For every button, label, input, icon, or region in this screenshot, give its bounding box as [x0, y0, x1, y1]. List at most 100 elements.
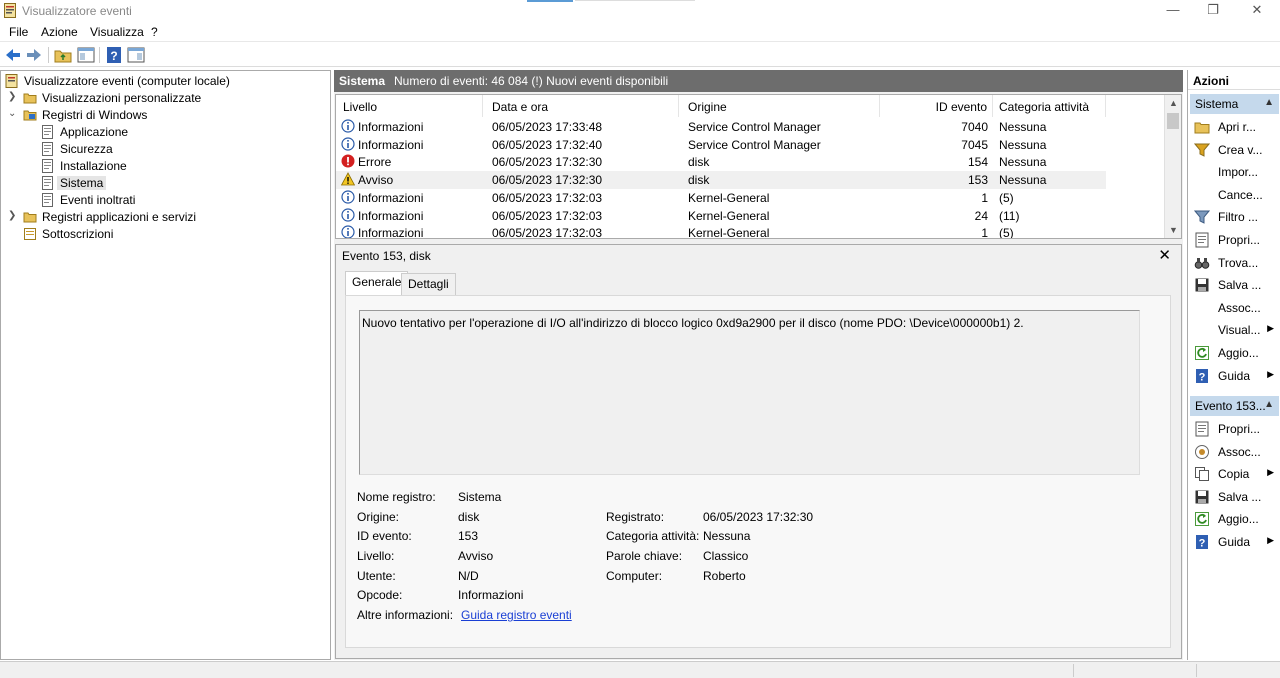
cell-category: Nessuna [999, 137, 1047, 152]
log-icon [42, 142, 53, 156]
toolbar-separator [99, 47, 100, 63]
log-header-name: Sistema [339, 74, 386, 88]
action-item[interactable]: Aggio... [1192, 509, 1280, 529]
action-item[interactable]: Apri r... [1192, 117, 1280, 137]
field-value-logged[interactable]: 06/05/2023 17:32:30 [703, 510, 813, 524]
column-header-date[interactable]: Data e ora [484, 95, 679, 117]
folder-up-icon[interactable] [53, 45, 73, 65]
filter-icon [1194, 210, 1210, 225]
action-item[interactable]: Salva ... [1192, 487, 1280, 507]
field-value-keywords[interactable]: Classico [703, 549, 748, 563]
action-label: Filtro ... [1218, 210, 1259, 225]
collapse-triangle-icon[interactable]: ▲ [1264, 399, 1274, 410]
show-hide-actions-icon[interactable] [126, 45, 146, 65]
column-header-event-id[interactable]: ID evento [881, 95, 993, 117]
table-row[interactable]: Informazioni 06/05/2023 17:32:03 Kernel-Ge… [336, 189, 1106, 207]
action-item[interactable]: Trova... [1192, 253, 1280, 273]
field-value-log-name[interactable]: Sistema [458, 490, 501, 504]
refresh-icon [1195, 512, 1209, 527]
scroll-down-icon[interactable]: ▼ [1169, 225, 1178, 235]
menu-action[interactable]: Azione [41, 25, 78, 39]
cell-source: disk [688, 173, 710, 188]
back-arrow-icon[interactable] [3, 45, 23, 65]
action-label: Guida [1218, 535, 1251, 549]
tree-log-label: Installazione [60, 159, 127, 173]
close-icon[interactable]: ✕ [1158, 246, 1171, 264]
action-item[interactable]: Assoc... [1192, 442, 1280, 462]
table-row[interactable]: Errore 06/05/2023 17:32:30 disk 154 Nessuna [336, 153, 1106, 171]
status-separator [1196, 664, 1197, 677]
actions-section-system[interactable]: Sistema ▲ [1190, 94, 1279, 114]
toolbar: ? [0, 43, 1280, 67]
save-icon [1195, 278, 1209, 292]
column-header-category[interactable]: Categoria attività [994, 95, 1106, 117]
submenu-arrow-icon: ▶ [1267, 467, 1274, 478]
title-accent-line [575, 0, 695, 1]
actions-section-event[interactable]: Evento 153... ▲ [1190, 396, 1279, 416]
column-header-level[interactable]: Livello [336, 95, 483, 117]
center-pane: Sistema Numero di eventi: 46 084 (!) Nuo… [334, 70, 1183, 660]
action-item[interactable]: Assoc... [1192, 298, 1280, 318]
field-value-computer[interactable]: Roberto [703, 569, 746, 583]
field-label-logged: Registrato: [606, 510, 665, 524]
field-value-task[interactable]: Nessuna [703, 529, 750, 543]
cell-source: Service Control Manager [688, 120, 821, 134]
folder-icon [23, 93, 37, 104]
forward-arrow-icon[interactable] [24, 45, 44, 65]
collapse-chevron-icon[interactable]: ⌄ [8, 108, 18, 119]
action-item[interactable]: Aggio... [1192, 343, 1280, 363]
submenu-arrow-icon: ▶ [1267, 323, 1274, 334]
table-row[interactable]: Avviso 06/05/2023 17:32:30 disk 153 Nessuna [336, 171, 1106, 190]
action-item[interactable]: Propri... [1192, 230, 1280, 250]
action-item[interactable]: Crea v... [1192, 140, 1280, 160]
event-description[interactable]: Nuovo tentativo per l'operazione di I/O … [359, 310, 1140, 475]
actions-section-system-label: Sistema [1195, 97, 1239, 111]
show-hide-tree-icon[interactable] [76, 45, 96, 65]
info-icon [341, 119, 355, 133]
action-item[interactable]: Visual... ▶ [1192, 320, 1280, 340]
menu-help[interactable]: ? [151, 25, 158, 39]
action-item[interactable]: Impor... [1192, 162, 1280, 182]
maximize-button[interactable]: ❐ [1193, 2, 1233, 20]
scroll-thumb[interactable] [1167, 113, 1179, 129]
action-item[interactable]: Propri... [1192, 419, 1280, 439]
help-icon[interactable]: ? [104, 45, 124, 65]
cell-level: Informazioni [358, 208, 424, 223]
cell-date: 06/05/2023 17:32:03 [492, 226, 603, 239]
field-value-user[interactable]: N/D [458, 569, 479, 583]
tab-details[interactable]: Dettagli [401, 273, 456, 295]
action-item[interactable]: Salva ... [1192, 275, 1280, 295]
field-value-level[interactable]: Avviso [458, 549, 493, 563]
minimize-button[interactable]: — [1153, 2, 1193, 20]
events-scrollbar[interactable]: ▲ ▼ [1164, 95, 1181, 238]
expand-chevron-icon[interactable]: ❯ [8, 210, 18, 221]
info-icon [341, 207, 355, 222]
table-row[interactable]: Informazioni 06/05/2023 17:32:40 Service C… [336, 136, 1106, 154]
table-row[interactable]: Informazioni 06/05/2023 17:32:03 Kernel-Ge… [336, 207, 1106, 225]
action-item[interactable]: ? Guida ▶ [1192, 532, 1280, 552]
action-label: Crea v... [1218, 142, 1263, 157]
table-row[interactable]: Informazioni 06/05/2023 17:32:03 Kernel-Ge… [336, 224, 1106, 239]
cell-event-id: 7045 [961, 137, 988, 152]
tab-general[interactable]: Generale [345, 271, 409, 296]
action-item[interactable]: Filtro ... [1192, 207, 1280, 227]
action-item[interactable]: Cance... [1192, 185, 1280, 205]
events-table: Livello Data e ora Origine ID evento Cat… [335, 94, 1182, 239]
action-label: Impor... [1218, 165, 1259, 180]
status-bar [0, 661, 1280, 678]
menu-view[interactable]: Visualizza [90, 25, 144, 39]
event-viewer-icon [5, 74, 18, 88]
scroll-up-icon[interactable]: ▲ [1169, 98, 1178, 108]
menu-file[interactable]: File [9, 25, 28, 39]
expand-chevron-icon[interactable]: ❯ [8, 91, 18, 102]
event-log-help-link[interactable]: Guida registro eventi [461, 608, 572, 622]
action-item[interactable]: ? Guida ▶ [1192, 366, 1280, 386]
column-header-source[interactable]: Origine [680, 95, 880, 117]
field-value-event-id[interactable]: 153 [458, 529, 478, 543]
action-item[interactable]: Copia ▶ [1192, 464, 1280, 484]
collapse-triangle-icon[interactable]: ▲ [1264, 97, 1274, 108]
field-value-opcode[interactable]: Informazioni [458, 588, 523, 602]
field-value-source[interactable]: disk [458, 510, 479, 524]
close-window-button[interactable]: ✕ [1237, 2, 1277, 20]
table-row[interactable]: Informazioni 06/05/2023 17:33:48 Service C… [336, 118, 1106, 136]
